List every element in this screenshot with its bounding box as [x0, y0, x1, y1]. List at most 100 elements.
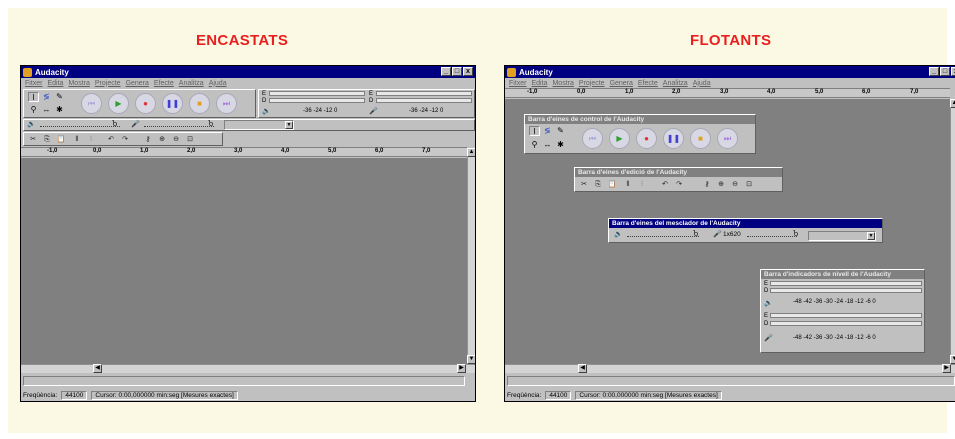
ibeam-tool-icon[interactable]: I: [28, 92, 39, 102]
input-source-select[interactable]: ▼: [808, 231, 876, 241]
fit-icon[interactable]: ⊡: [743, 179, 755, 190]
menu-fitxer[interactable]: Fitxer: [509, 80, 527, 87]
output-volume-knob[interactable]: Ⴆ: [693, 231, 700, 239]
redo-icon[interactable]: ↷: [119, 134, 131, 145]
floating-edit-title[interactable]: Barra d'eines d'edició de l'Audacity: [575, 168, 782, 177]
timeline-ruler[interactable]: -1,0 0,0 1,0 2,0 3,0 4,0 5,0 6,0 7,0: [21, 147, 467, 157]
copy-icon[interactable]: ⎘: [592, 179, 604, 190]
scroll-up-icon[interactable]: ▲: [467, 148, 475, 157]
record-button[interactable]: ●: [135, 93, 156, 114]
microphone-icon[interactable]: 🎤: [764, 334, 773, 342]
floating-control-toolbar[interactable]: Barra d'eines de control de l'Audacity I…: [524, 114, 756, 154]
menu-analitza[interactable]: Analitza: [179, 80, 204, 87]
menu-edita[interactable]: Edita: [48, 80, 64, 87]
scroll-down-icon[interactable]: ▼: [950, 355, 955, 364]
undo-icon[interactable]: ↶: [105, 134, 117, 145]
skip-start-button[interactable]: ⏮: [81, 93, 102, 114]
zoom-in-icon[interactable]: ⊕: [156, 134, 168, 145]
rate-field[interactable]: 44100: [545, 390, 572, 400]
play-button[interactable]: ▶: [108, 93, 129, 114]
cut-icon[interactable]: ✂: [27, 134, 39, 145]
horizontal-scrollbar[interactable]: ◀ ▶: [505, 364, 955, 373]
envelope-tool-icon[interactable]: ≶: [41, 92, 52, 102]
output-volume-slider[interactable]: [40, 126, 120, 127]
scroll-right-icon[interactable]: ▶: [942, 364, 951, 373]
menu-genera[interactable]: Genera: [126, 80, 149, 87]
vertical-scrollbar[interactable]: ▲ ▼: [950, 99, 955, 364]
menu-mostra[interactable]: Mostra: [68, 80, 89, 87]
trim-icon[interactable]: ⫴: [71, 134, 83, 145]
cut-icon[interactable]: ✂: [578, 179, 590, 190]
envelope-tool-icon[interactable]: ≶: [542, 126, 553, 136]
zoom-in-icon[interactable]: ⊕: [715, 179, 727, 190]
floating-meter-toolbar[interactable]: Barra d'indicadors de nivell de l'Audaci…: [760, 269, 925, 353]
menu-projecte[interactable]: Projecte: [95, 80, 121, 87]
menu-ajuda[interactable]: Ajuda: [693, 80, 711, 87]
draw-tool-icon[interactable]: ✎: [555, 126, 566, 136]
trim-icon[interactable]: ⫴: [622, 179, 634, 190]
copy-icon[interactable]: ⎘: [41, 134, 53, 145]
close-button[interactable]: x: [463, 67, 473, 76]
input-volume-slider[interactable]: [144, 126, 214, 127]
zoom-tool-icon[interactable]: ⚲: [529, 140, 540, 150]
input-volume-slider[interactable]: [747, 236, 797, 237]
skip-end-button[interactable]: ⏭: [216, 93, 237, 114]
skip-start-button[interactable]: ⏮: [582, 128, 603, 149]
maximize-button[interactable]: □: [940, 67, 950, 76]
floating-mixer-title[interactable]: Barra d'eines del mesclador de l'Audacit…: [609, 219, 882, 228]
scroll-left-icon[interactable]: ◀: [93, 364, 102, 373]
floating-control-title[interactable]: Barra d'eines de control de l'Audacity: [525, 115, 755, 124]
redo-icon[interactable]: ↷: [673, 179, 685, 190]
multi-tool-icon[interactable]: ✱: [555, 140, 566, 150]
menu-ajuda[interactable]: Ajuda: [209, 80, 227, 87]
sync-lock-icon[interactable]: ⚷: [142, 134, 154, 145]
floating-edit-toolbar[interactable]: Barra d'eines d'edició de l'Audacity ✂ ⎘…: [574, 167, 783, 192]
floating-mixer-toolbar[interactable]: Barra d'eines del mesclador de l'Audacit…: [608, 218, 883, 243]
skip-end-button[interactable]: ⏭: [717, 128, 738, 149]
scroll-right-icon[interactable]: ▶: [457, 364, 466, 373]
menu-mostra[interactable]: Mostra: [552, 80, 573, 87]
floating-meter-title[interactable]: Barra d'indicadors de nivell de l'Audaci…: [761, 270, 924, 279]
record-button[interactable]: ●: [636, 128, 657, 149]
timeshift-tool-icon[interactable]: ↔: [41, 105, 52, 115]
speaker-icon[interactable]: 🔈: [262, 107, 271, 115]
silence-icon[interactable]: ⫶: [636, 179, 648, 190]
input-volume-knob[interactable]: Ⴆ: [208, 121, 215, 129]
menu-projecte[interactable]: Projecte: [579, 80, 605, 87]
play-button[interactable]: ▶: [609, 128, 630, 149]
vertical-scrollbar[interactable]: ▲ ▼: [467, 148, 475, 364]
scroll-up-icon[interactable]: ▲: [950, 99, 955, 108]
zoom-out-icon[interactable]: ⊖: [729, 179, 741, 190]
pause-button[interactable]: ❚❚: [663, 128, 684, 149]
scroll-down-icon[interactable]: ▼: [467, 355, 475, 364]
timeline-ruler[interactable]: -1,0 0,0 1,0 2,0 3,0 4,0 5,0 6,0 7,0: [505, 88, 950, 98]
stop-button[interactable]: ■: [690, 128, 711, 149]
input-source-select[interactable]: ▼: [224, 120, 294, 130]
horizontal-scrollbar[interactable]: ◀ ▶: [21, 364, 475, 373]
multi-tool-icon[interactable]: ✱: [54, 105, 65, 115]
paste-icon[interactable]: 📋: [606, 179, 618, 190]
undo-icon[interactable]: ↶: [659, 179, 671, 190]
pause-button[interactable]: ❚❚: [162, 93, 183, 114]
minimize-button[interactable]: _: [441, 67, 451, 76]
menu-analitza[interactable]: Analitza: [663, 80, 688, 87]
maximize-button[interactable]: □: [452, 67, 462, 76]
zoom-out-icon[interactable]: ⊖: [170, 134, 182, 145]
silence-icon[interactable]: ⫶: [85, 134, 97, 145]
scroll-left-icon[interactable]: ◀: [578, 364, 587, 373]
output-volume-slider[interactable]: [627, 236, 699, 237]
menu-efecte[interactable]: Efecte: [154, 80, 174, 87]
minimize-button[interactable]: _: [929, 67, 939, 76]
stop-button[interactable]: ■: [189, 93, 210, 114]
output-volume-knob[interactable]: Ⴆ: [112, 121, 119, 129]
input-volume-knob[interactable]: Ⴆ: [793, 231, 800, 239]
close-button[interactable]: x: [951, 67, 955, 76]
menu-efecte[interactable]: Efecte: [638, 80, 658, 87]
menu-genera[interactable]: Genera: [610, 80, 633, 87]
zoom-tool-icon[interactable]: ⚲: [28, 105, 39, 115]
ibeam-tool-icon[interactable]: I: [529, 126, 540, 136]
draw-tool-icon[interactable]: ✎: [54, 92, 65, 102]
sync-lock-icon[interactable]: ⚷: [701, 179, 713, 190]
speaker-icon[interactable]: 🔈: [764, 299, 773, 307]
menu-edita[interactable]: Edita: [532, 80, 548, 87]
